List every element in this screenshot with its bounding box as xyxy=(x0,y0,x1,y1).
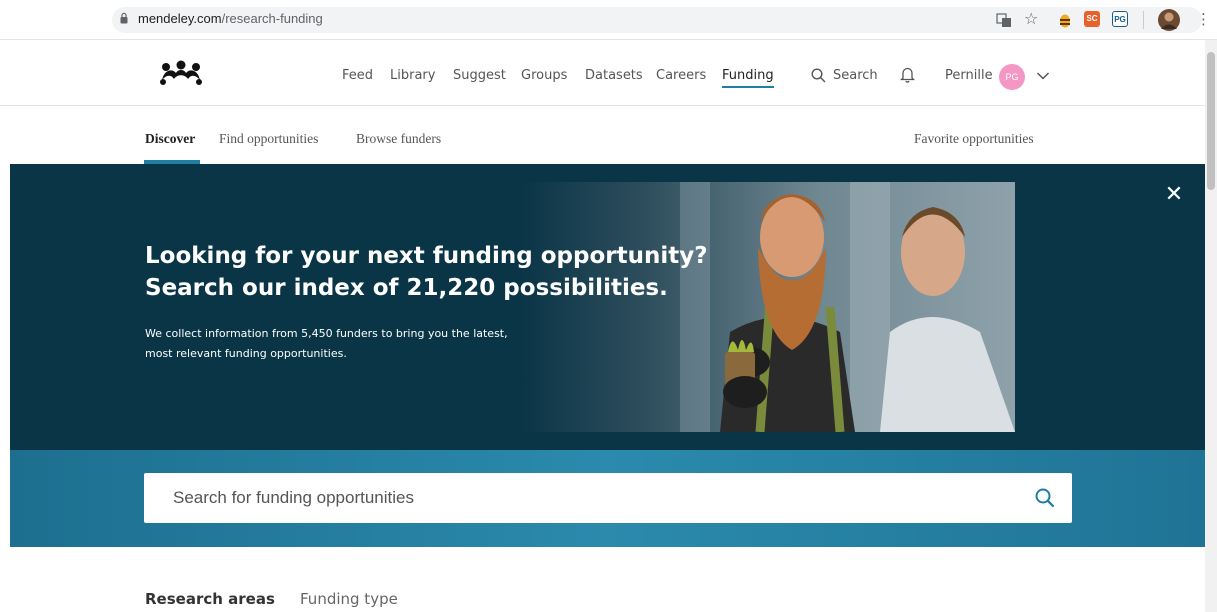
more-vert-icon[interactable]: ⋮ xyxy=(1196,10,1211,28)
hero-title: Looking for your next funding opportunit… xyxy=(145,240,845,304)
hero-subtitle-line-1: We collect information from 5,450 funder… xyxy=(145,327,508,340)
search-icon[interactable] xyxy=(811,68,826,83)
url-path: /research-funding xyxy=(221,11,323,26)
nav-funding[interactable]: Funding xyxy=(722,68,774,88)
search-input[interactable] xyxy=(144,473,1024,523)
star-icon[interactable]: ☆ xyxy=(1024,9,1038,28)
sc-extension-icon[interactable]: SC xyxy=(1084,11,1100,27)
address-url[interactable]: mendeley.com/research-funding xyxy=(138,11,323,26)
hero-subtitle-line-2: most relevant funding opportunities. xyxy=(145,347,347,360)
hero-title-line-1: Looking for your next funding opportunit… xyxy=(145,243,708,269)
researchers-photo xyxy=(520,182,1015,432)
tab-research-areas[interactable]: Research areas xyxy=(145,590,275,608)
avatar[interactable]: PG xyxy=(999,64,1025,90)
toolbar-divider xyxy=(1143,11,1144,29)
nav-groups[interactable]: Groups xyxy=(521,68,567,83)
lock-icon xyxy=(120,12,128,24)
chevron-down-icon[interactable] xyxy=(1036,71,1050,81)
favorite-opportunities-link[interactable]: Favorite opportunities xyxy=(914,131,1034,147)
close-icon[interactable]: ✕ xyxy=(1163,184,1185,206)
user-name[interactable]: Pernille xyxy=(945,68,993,83)
translate-icon[interactable] xyxy=(996,12,1012,28)
nav-search[interactable]: Search xyxy=(833,68,878,83)
hero-subtitle: We collect information from 5,450 funder… xyxy=(145,324,595,364)
nav-feed[interactable]: Feed xyxy=(342,68,373,83)
scrollbar-thumb[interactable] xyxy=(1207,52,1215,190)
tab-funding-type[interactable]: Funding type xyxy=(300,590,398,608)
profile-avatar-icon[interactable] xyxy=(1158,9,1180,31)
search-submit-icon[interactable] xyxy=(1034,487,1056,509)
nav-careers[interactable]: Careers xyxy=(656,68,706,83)
mendeley-logo-icon[interactable] xyxy=(158,60,204,86)
bee-extension-icon[interactable] xyxy=(1058,11,1072,29)
tab-discover[interactable]: Discover xyxy=(145,131,195,147)
nav-suggest[interactable]: Suggest xyxy=(453,68,506,83)
tab-browse-funders[interactable]: Browse funders xyxy=(356,131,441,147)
hero-banner xyxy=(10,164,1205,450)
pg-extension-icon[interactable]: PG xyxy=(1112,11,1128,27)
nav-library[interactable]: Library xyxy=(390,68,435,83)
bell-icon[interactable] xyxy=(900,65,915,83)
nav-datasets[interactable]: Datasets xyxy=(585,68,643,83)
tab-find-opportunities[interactable]: Find opportunities xyxy=(219,131,318,147)
url-domain: mendeley.com xyxy=(138,11,222,26)
hero-title-line-2: Search our index of 21,220 possibilities… xyxy=(145,275,668,301)
